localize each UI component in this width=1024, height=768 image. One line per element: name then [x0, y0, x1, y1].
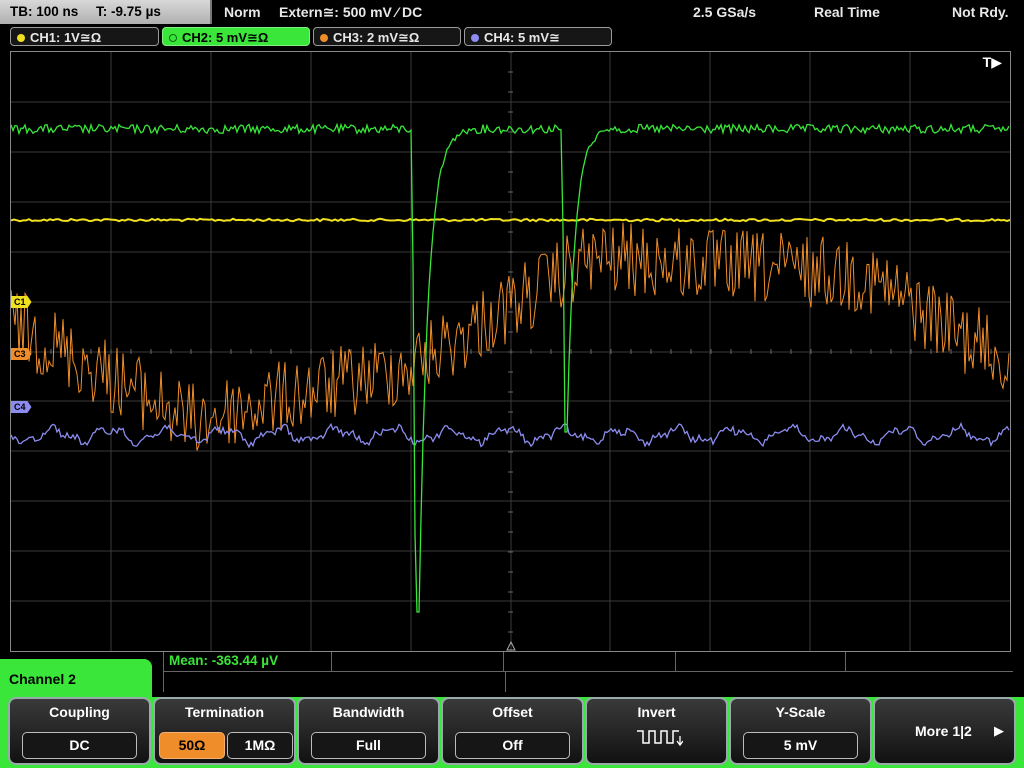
- real-time-mode: Real Time: [814, 4, 880, 20]
- y-scale-value[interactable]: 5 mV: [743, 732, 858, 759]
- termination-button[interactable]: Termination 50Ω 1MΩ: [153, 697, 296, 765]
- timebase-value: TB: 100 ns: [10, 4, 79, 19]
- tab-ch1-label: CH1: 1V≅Ω: [30, 30, 102, 45]
- termination-50ohm-option[interactable]: 50Ω: [159, 732, 225, 759]
- ch4-offset-marker[interactable]: C4: [11, 401, 32, 413]
- ch1-waveform: [11, 217, 1010, 223]
- ch4-dot-icon: [471, 34, 479, 42]
- trigger-position: T: -9.75 µs: [96, 4, 161, 19]
- ready-status: Not Rdy.: [952, 4, 1009, 20]
- channel-tabs: CH1: 1V≅Ω CH2: 5 mV≅Ω CH3: 2 mV≅Ω CH4: 5…: [0, 27, 1024, 47]
- sample-rate: 2.5 GSa/s: [693, 4, 757, 20]
- tab-ch2[interactable]: CH2: 5 mV≅Ω: [162, 27, 310, 46]
- ch2-waveform: [11, 122, 1010, 613]
- offset-value[interactable]: Off: [455, 732, 570, 759]
- invert-button[interactable]: Invert: [585, 697, 728, 765]
- next-page-arrow-icon: ▶: [994, 723, 1004, 738]
- tab-ch2-label: CH2: 5 mV≅Ω: [182, 30, 269, 45]
- channel-menu-label: Channel 2: [0, 659, 152, 699]
- tab-ch4[interactable]: CH4: 5 mV≅: [464, 27, 612, 46]
- trigger-marker: T▶: [982, 54, 1002, 70]
- invert-title: Invert: [637, 704, 676, 720]
- offset-button[interactable]: Offset Off: [441, 697, 584, 765]
- measurement-cell: [675, 652, 676, 671]
- termination-title: Termination: [184, 704, 265, 720]
- bandwidth-title: Bandwidth: [332, 704, 405, 720]
- more-button[interactable]: More 1|2 ▶: [873, 697, 1016, 765]
- measurement-cell: [331, 652, 332, 671]
- measurement-cell: [503, 652, 504, 671]
- coupling-title: Coupling: [49, 704, 110, 720]
- bandwidth-value[interactable]: Full: [311, 732, 426, 759]
- measurement-border: [163, 652, 164, 692]
- ch3-waveform: [11, 222, 1010, 451]
- measurement-panel: Mean: -363.44 µV: [163, 652, 1013, 692]
- tab-ch4-label: CH4: 5 mV≅: [484, 30, 560, 45]
- termination-1mohm-option[interactable]: 1MΩ: [227, 732, 293, 759]
- y-scale-button[interactable]: Y-Scale 5 mV: [729, 697, 872, 765]
- tab-ch3-label: CH3: 2 mV≅Ω: [333, 30, 420, 45]
- waveform-display[interactable]: T▶ C1 C3 C4: [10, 51, 1011, 652]
- graticule: [11, 52, 1010, 651]
- tab-ch3[interactable]: CH3: 2 mV≅Ω: [313, 27, 461, 46]
- top-status-bar: TB: 100 ns T: -9.75 µs Norm Extern≅: 500…: [0, 0, 1024, 24]
- ch1-offset-marker[interactable]: C1: [11, 296, 32, 308]
- y-scale-title: Y-Scale: [775, 704, 826, 720]
- trigger-setting[interactable]: Extern≅: 500 mV ⁄ DC: [279, 0, 422, 24]
- softkey-bar: Coupling DC Termination 50Ω 1MΩ Bandwidt…: [0, 697, 1024, 768]
- tab-ch1[interactable]: CH1: 1V≅Ω: [10, 27, 159, 46]
- coupling-value[interactable]: DC: [22, 732, 137, 759]
- measurement-divider: [505, 672, 506, 692]
- measurement-row: Mean: -363.44 µV: [163, 652, 1013, 672]
- invert-waveform-icon: [637, 730, 683, 747]
- ch2-dot-icon: [169, 34, 177, 42]
- offset-title: Offset: [492, 704, 533, 720]
- acquisition-mode[interactable]: Norm: [224, 0, 261, 24]
- coupling-button[interactable]: Coupling DC: [8, 697, 151, 765]
- mean-measurement: Mean: -363.44 µV: [169, 653, 279, 668]
- ch1-dot-icon: [17, 34, 25, 42]
- bandwidth-button[interactable]: Bandwidth Full: [297, 697, 440, 765]
- measurement-cell: [845, 652, 846, 671]
- ch3-offset-marker[interactable]: C3: [11, 348, 32, 360]
- ch4-waveform: [11, 421, 1010, 449]
- ch3-dot-icon: [320, 34, 328, 42]
- timebase-box[interactable]: TB: 100 ns T: -9.75 µs: [0, 0, 212, 24]
- more-label: More 1|2: [915, 723, 972, 739]
